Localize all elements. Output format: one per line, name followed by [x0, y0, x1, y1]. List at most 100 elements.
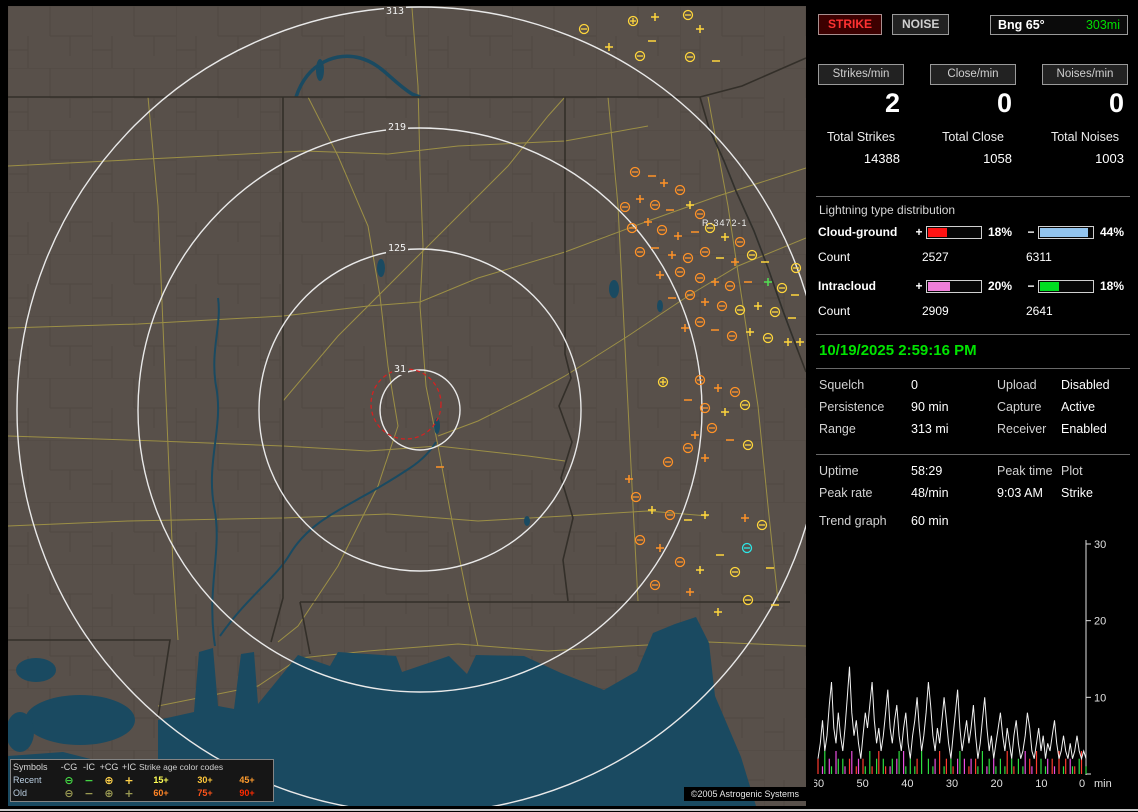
legend-symbol-icon: +	[124, 774, 134, 787]
bearing-readout: Bng 65° 303mi	[990, 14, 1128, 35]
plus-sign: +	[915, 279, 923, 293]
close-per-min-value: 0	[996, 88, 1012, 118]
strikes-per-min-value: 2	[884, 88, 900, 118]
cloud-ground-row: Cloud-ground + 18% − 44%	[818, 225, 1130, 239]
upload-value: Disabled	[1061, 378, 1110, 392]
legend-age-value: 45+	[239, 775, 255, 785]
plot-label: Plot	[1061, 464, 1083, 478]
legend-symbol-icon: −	[84, 774, 94, 787]
ic-pos-count: 2909	[922, 304, 949, 318]
cg-neg-pct: 44%	[1100, 225, 1125, 239]
squelch-value: 0	[911, 378, 918, 392]
ring-label-313: 313	[384, 6, 407, 17]
close-per-min-button[interactable]: Close/min	[930, 64, 1016, 85]
legend-row-label: Recent	[13, 775, 42, 785]
cloud-ground-count-row: Count 2527 6311	[818, 250, 1130, 264]
svg-text:20: 20	[991, 778, 1003, 790]
trend-graph-window: 60 min	[911, 514, 949, 528]
peak-rate-value: 48/min	[911, 486, 949, 500]
svg-text:50: 50	[857, 778, 869, 790]
plot-value: Strike	[1061, 486, 1093, 500]
legend-age-value: 30+	[197, 775, 213, 785]
cg-pos-bar	[926, 225, 982, 239]
ring-label-125: 125	[386, 243, 409, 254]
svg-text:10: 10	[1035, 778, 1047, 790]
divider	[816, 454, 1130, 455]
svg-text:40: 40	[901, 778, 913, 790]
svg-text:30: 30	[946, 778, 958, 790]
intracloud-count-row: Count 2909 2641	[818, 304, 1130, 318]
legend-col-pos-cg: +CG	[99, 762, 119, 772]
legend-age-value: 75+	[197, 788, 213, 798]
ic-neg-count: 2641	[1026, 304, 1053, 318]
ic-neg-pct: 18%	[1100, 279, 1125, 293]
window-bottom-edge	[0, 809, 1138, 811]
persistence-value: 90 min	[911, 400, 949, 414]
legend-col-neg-cg: -CG	[60, 762, 78, 772]
symbol-legend: Symbols -CG -IC +CG +IC Strike age color…	[10, 759, 274, 802]
legend-symbol-icon: ⊕	[104, 774, 114, 787]
ic-pos-bar	[926, 279, 982, 293]
receiver-label: Receiver	[997, 422, 1047, 436]
legend-symbol-icon: −	[84, 787, 94, 800]
legend-symbol-icon: ⊖	[64, 774, 74, 787]
legend-symbol-icon: +	[124, 787, 134, 800]
total-strikes-label: Total Strikes	[826, 130, 896, 144]
copyright-notice: ©2005 Astrogenic Systems	[683, 787, 806, 801]
radar-map[interactable]: 313 219 125 31 R-3472-1 Symbols -CG -IC …	[8, 6, 806, 806]
bearing-range: 303mi	[1085, 17, 1120, 32]
legend-symbol-icon: ⊕	[104, 787, 114, 800]
strikes-per-min-button[interactable]: Strikes/min	[818, 64, 904, 85]
minus-sign: −	[1027, 279, 1035, 293]
trend-graph: 30 20 10 60 50 40 30 20 10 0 min	[812, 534, 1132, 794]
ic-neg-bar	[1038, 279, 1094, 293]
peak-time-value: 9:03 AM	[997, 486, 1043, 500]
intracloud-row: Intracloud + 20% − 18%	[818, 279, 1130, 293]
svg-text:60: 60	[814, 778, 824, 790]
nexstorm-window: { "panel": { "strike_button": "STRIKE", …	[0, 0, 1138, 812]
legend-age-value: 15+	[153, 775, 169, 785]
squelch-label: Squelch	[819, 378, 865, 392]
plus-sign: +	[915, 225, 923, 239]
peak-rate-label: Peak rate	[819, 486, 873, 500]
noise-mode-button[interactable]: NOISE	[892, 14, 950, 35]
svg-text:20: 20	[1094, 616, 1106, 628]
total-counters: Total Strikes 14388 Total Close 1058 Tot…	[818, 130, 1128, 166]
strike-mode-button[interactable]: STRIKE	[818, 14, 883, 35]
trend-graph-label: Trend graph	[819, 514, 887, 528]
range-label: Range	[819, 422, 856, 436]
ic-pos-pct: 20%	[988, 279, 1013, 293]
cg-neg-bar	[1038, 225, 1094, 239]
trend-graph-canvas: 30 20 10 60 50 40 30 20 10 0 min	[812, 539, 1112, 790]
capture-value: Active	[1061, 400, 1096, 414]
noises-per-min-button[interactable]: Noises/min	[1042, 64, 1128, 85]
datetime-display: 10/19/2025 2:59:16 PM	[819, 342, 977, 359]
divider	[816, 334, 1130, 335]
persistence-label: Persistence	[819, 400, 885, 414]
ring-label-31: 31	[392, 364, 409, 375]
legend-row-label: Old	[13, 788, 28, 798]
control-panel: STRIKE NOISE Bng 65° 303mi Strikes/min 2…	[812, 6, 1132, 806]
rate-counters: Strikes/min 2 Close/min 0 Noises/min 0	[818, 64, 1128, 119]
legend-symbols-title: Symbols	[13, 762, 48, 772]
legend-age-value: 90+	[239, 788, 255, 798]
ring-label-219: 219	[386, 122, 409, 133]
total-noises-value: 1003	[1095, 151, 1124, 166]
total-close-label: Total Close	[942, 130, 1004, 144]
receiver-value: Enabled	[1061, 422, 1107, 436]
capture-label: Capture	[997, 400, 1042, 414]
divider	[816, 196, 1130, 197]
svg-text:0: 0	[1079, 778, 1085, 790]
legend-symbol-icon: ⊖	[64, 787, 74, 800]
minus-sign: −	[1027, 225, 1035, 239]
peak-time-label: Peak time	[997, 464, 1053, 478]
settings-grid: Squelch 0 Upload Disabled Persistence 90…	[819, 378, 1131, 436]
divider	[816, 368, 1130, 369]
mode-toolbar: STRIKE NOISE Bng 65° 303mi	[818, 14, 1128, 35]
legend-age-value: 60+	[153, 788, 169, 798]
uptime-label: Uptime	[819, 464, 859, 478]
bearing-label: Bng 65°	[998, 17, 1045, 32]
distribution-title: Lightning type distribution	[819, 203, 956, 217]
cloud-ground-label: Cloud-ground	[818, 225, 898, 239]
cg-neg-count: 6311	[1026, 250, 1052, 264]
